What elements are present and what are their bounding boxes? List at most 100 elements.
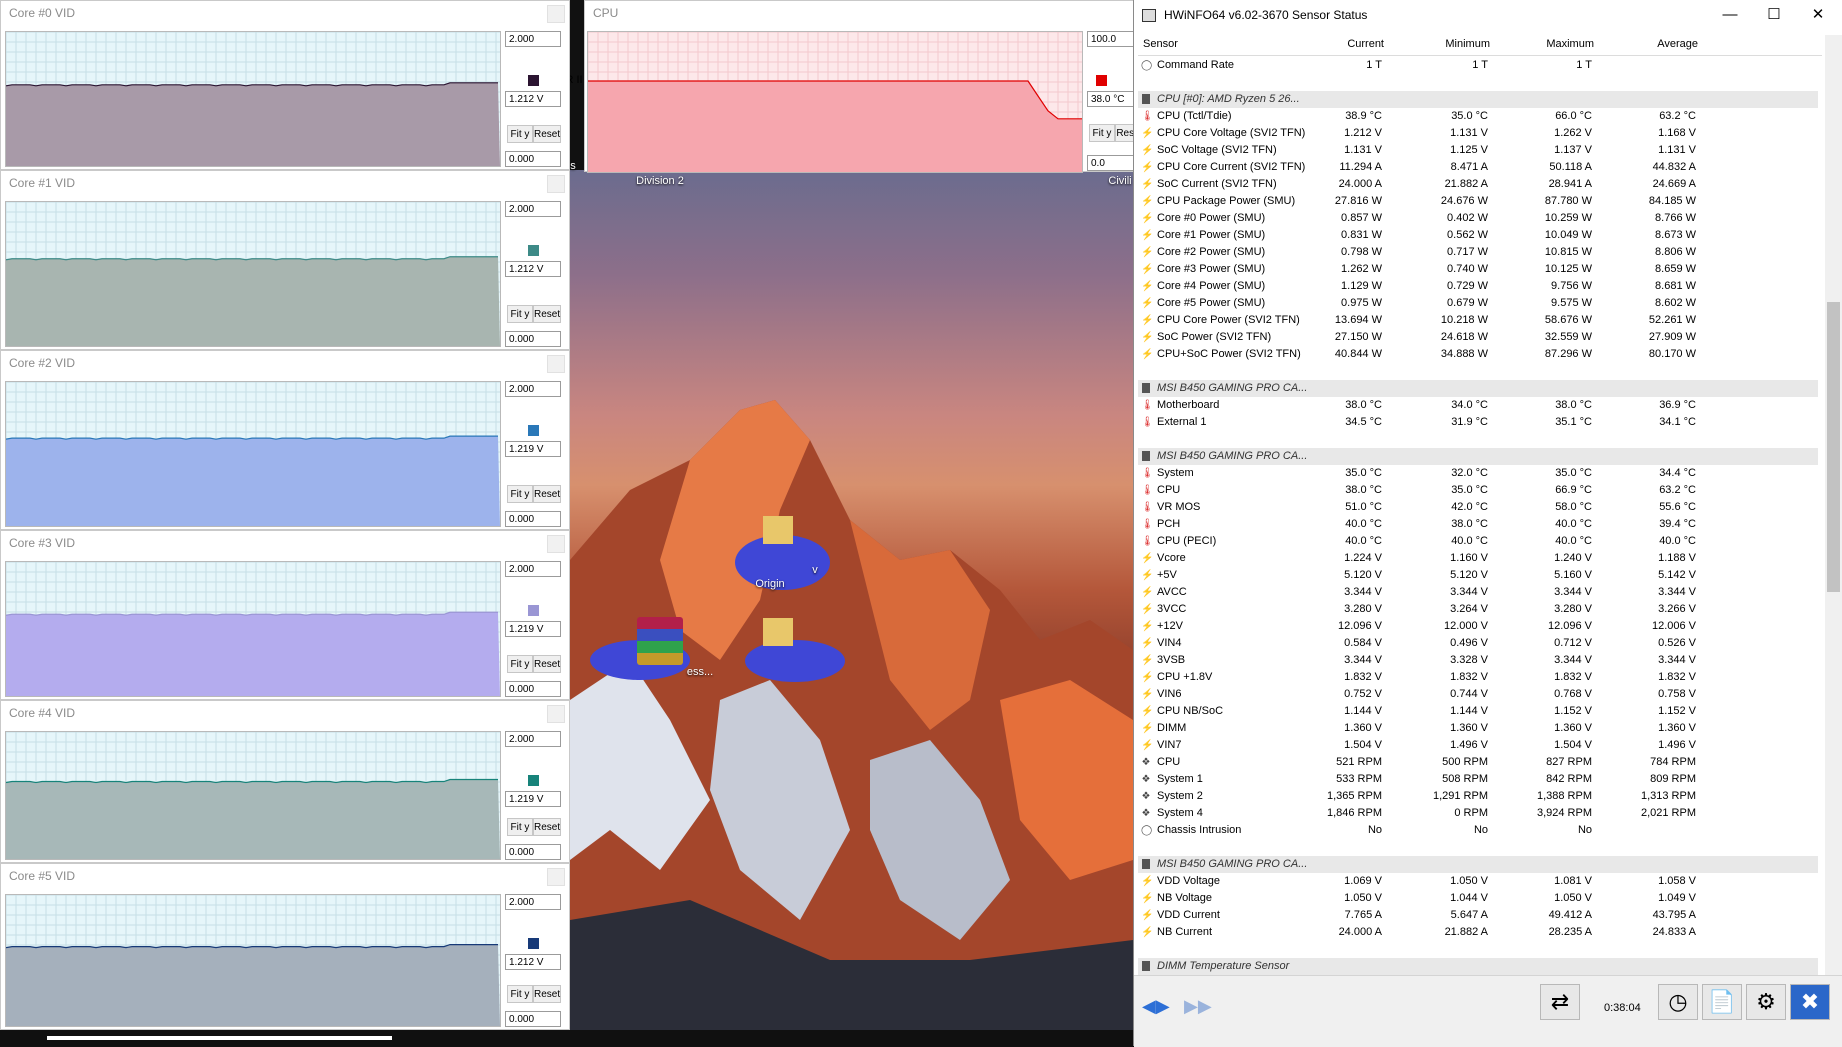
graph-max-value[interactable]: 100.0 (1087, 31, 1139, 47)
sensor-row[interactable]: ⚡ NB Current 24.000 A 21.882 A 28.235 A 24.83… (1138, 924, 1818, 941)
sensor-row[interactable]: 🌡 CPU (PECI) 40.0 °C 40.0 °C 40.0 °C 40.0 °C (1138, 533, 1818, 550)
close-button[interactable]: ✕ (1798, 4, 1838, 26)
sensor-row[interactable]: ⚡ AVCC 3.344 V 3.344 V 3.344 V 3.344 V (1138, 584, 1818, 601)
sensor-row[interactable]: ⚡ NB Voltage 1.050 V 1.044 V 1.050 V 1.049 V (1138, 890, 1818, 907)
graph-min-value[interactable]: 0.000 (505, 151, 561, 167)
vertical-scrollbar[interactable] (1825, 35, 1842, 975)
sensor-row[interactable]: ⚡ SoC Power (SVI2 TFN) 27.150 W 24.618 W 32.… (1138, 329, 1818, 346)
sensor-group-header[interactable]: CPU [#0]: AMD Ryzen 5 26... (1138, 91, 1818, 108)
sensor-row[interactable]: ⚡ +12V 12.096 V 12.000 V 12.096 V 12.006 V (1138, 618, 1818, 635)
graph-max-value[interactable]: 2.000 (505, 894, 561, 910)
sensor-row[interactable]: 🌡 External 1 34.5 °C 31.9 °C 35.1 °C 34.1 °C (1138, 414, 1818, 431)
column-header-current[interactable]: Current (1347, 38, 1384, 50)
column-header-sensor[interactable]: Sensor (1143, 38, 1178, 50)
sensor-row[interactable]: ⚡ VIN6 0.752 V 0.744 V 0.768 V 0.758 V (1138, 686, 1818, 703)
sensor-row[interactable]: ⚡ +5V 5.120 V 5.120 V 5.160 V 5.142 V (1138, 567, 1818, 584)
graph-color-swatch[interactable] (528, 775, 539, 786)
sensor-row[interactable]: 🌡 CPU 38.0 °C 35.0 °C 66.9 °C 63.2 °C (1138, 482, 1818, 499)
fit-y-button[interactable]: Fit y (1089, 124, 1115, 142)
graph-close-button[interactable] (547, 705, 565, 723)
graph-max-value[interactable]: 2.000 (505, 731, 561, 747)
sensor-row[interactable]: ⚡ CPU Core Power (SVI2 TFN) 13.694 W 10.218… (1138, 312, 1818, 329)
sensor-row[interactable]: ⚡ VIN7 1.504 V 1.496 V 1.504 V 1.496 V (1138, 737, 1818, 754)
sensor-row[interactable]: ❖ System 4 1,846 RPM 0 RPM 3,924 RPM 2,021 RP… (1138, 805, 1818, 822)
fit-y-button[interactable]: Fit y (507, 125, 533, 143)
sensor-group-header[interactable]: DIMM Temperature Sensor (1138, 958, 1818, 975)
sensor-row[interactable]: 🌡 CPU (Tctl/Tdie) 38.9 °C 35.0 °C 66.0 °C 63.… (1138, 108, 1818, 125)
settings-gear-icon[interactable]: ⚙ (1746, 984, 1786, 1020)
graph-min-value[interactable]: 0.000 (505, 1011, 561, 1027)
reset-button[interactable]: Reset (533, 655, 561, 673)
title-bar[interactable]: HWiNFO64 v6.02-3670 Sensor Status — ☐ ✕ (1134, 0, 1842, 31)
graph-color-swatch[interactable] (528, 75, 539, 86)
reset-button[interactable]: Reset (533, 305, 561, 323)
fit-y-button[interactable]: Fit y (507, 985, 533, 1003)
sensor-row[interactable]: ⚡ Core #2 Power (SMU) 0.798 W 0.717 W 10.815… (1138, 244, 1818, 261)
sensor-row[interactable]: ⚡ Vcore 1.224 V 1.160 V 1.240 V 1.188 V (1138, 550, 1818, 567)
graph-min-value[interactable]: 0.000 (505, 681, 561, 697)
graph-color-swatch[interactable] (528, 425, 539, 436)
graph-color-swatch[interactable] (1096, 75, 1107, 86)
reset-button[interactable]: Reset (533, 485, 561, 503)
column-header-maximum[interactable]: Maximum (1546, 38, 1594, 50)
sensor-row[interactable]: ⚡ VDD Current 7.765 A 5.647 A 49.412 A 43.795… (1138, 907, 1818, 924)
graph-close-button[interactable] (547, 175, 565, 193)
fit-y-button[interactable]: Fit y (507, 305, 533, 323)
desktop-icon-label[interactable]: Division 2 (620, 175, 700, 187)
sensor-row[interactable]: ⚡ Core #5 Power (SMU) 0.975 W 0.679 W 9.575 … (1138, 295, 1818, 312)
sensor-row[interactable]: ⚡ SoC Voltage (SVI2 TFN) 1.131 V 1.125 V 1.1… (1138, 142, 1818, 159)
core-vid-graph-window[interactable]: Core #1 VID 2.000 1.212 V Fit y Reset 0.000 (0, 170, 570, 350)
graph-min-value[interactable]: 0.0 (1087, 155, 1139, 171)
winrar-icon[interactable] (637, 617, 683, 665)
sensor-table-body[interactable]: ◯ Command Rate 1 T 1 T 1 T CPU [#0]: AMD Ryze… (1138, 57, 1818, 975)
close-sensors-button[interactable]: ✖ (1790, 984, 1830, 1020)
graph-min-value[interactable]: 0.000 (505, 331, 561, 347)
graph-close-button[interactable] (547, 535, 565, 553)
core-vid-graph-window[interactable]: Core #4 VID 2.000 1.219 V Fit y Reset 0.000 (0, 700, 570, 863)
nav-arrows-disabled-icon[interactable]: ▶▶ (1184, 996, 1212, 1017)
graph-color-swatch[interactable] (528, 605, 539, 616)
sensor-row[interactable]: ❖ System 2 1,365 RPM 1,291 RPM 1,388 RPM 1,31… (1138, 788, 1818, 805)
scrollbar-thumb[interactable] (1827, 302, 1840, 592)
graph-min-value[interactable]: 0.000 (505, 511, 561, 527)
sensor-row[interactable]: ⚡ CPU Core Voltage (SVI2 TFN) 1.212 V 1.131… (1138, 125, 1818, 142)
sensor-group-header[interactable]: MSI B450 GAMING PRO CA... (1138, 856, 1818, 873)
sensor-row[interactable]: ❖ CPU 521 RPM 500 RPM 827 RPM 784 RPM (1138, 754, 1818, 771)
sensor-row[interactable]: ⚡ SoC Current (SVI2 TFN) 24.000 A 21.882 A 2… (1138, 176, 1818, 193)
fit-y-button[interactable]: Fit y (507, 655, 533, 673)
sensor-row[interactable]: ⚡ VIN4 0.584 V 0.496 V 0.712 V 0.526 V (1138, 635, 1818, 652)
sensor-table-header[interactable]: Sensor Current Minimum Maximum Average (1138, 35, 1822, 56)
sensor-row[interactable]: 🌡 VR MOS 51.0 °C 42.0 °C 58.0 °C 55.6 °C (1138, 499, 1818, 516)
sensor-row[interactable]: ❖ System 1 533 RPM 508 RPM 842 RPM 809 RPM (1138, 771, 1818, 788)
sensor-row[interactable]: ⚡ VDD Voltage 1.069 V 1.050 V 1.081 V 1.058 V (1138, 873, 1818, 890)
graph-close-button[interactable] (547, 355, 565, 373)
sensor-row[interactable]: ⚡ Core #0 Power (SMU) 0.857 W 0.402 W 10.259… (1138, 210, 1818, 227)
sensor-group-header[interactable]: MSI B450 GAMING PRO CA... (1138, 448, 1818, 465)
folder-icon[interactable] (763, 618, 793, 646)
column-header-minimum[interactable]: Minimum (1445, 38, 1490, 50)
network-reset-button[interactable]: ⇄ (1540, 984, 1580, 1020)
sensor-row[interactable]: ◯ Chassis Intrusion No No No (1138, 822, 1818, 839)
clock-icon[interactable]: ◷ (1658, 984, 1698, 1020)
sensor-row[interactable]: ⚡ 3VSB 3.344 V 3.328 V 3.344 V 3.344 V (1138, 652, 1818, 669)
sensor-row[interactable]: ⚡ DIMM 1.360 V 1.360 V 1.360 V 1.360 V (1138, 720, 1818, 737)
graph-min-value[interactable]: 0.000 (505, 844, 561, 860)
log-file-icon[interactable]: 📄 (1702, 984, 1742, 1020)
sensor-row[interactable]: ⚡ CPU +1.8V 1.832 V 1.832 V 1.832 V 1.832 V (1138, 669, 1818, 686)
desktop-icon-label[interactable]: Origin (740, 578, 800, 590)
reset-button[interactable]: Reset (533, 985, 561, 1003)
sensor-row[interactable]: ◯ Command Rate 1 T 1 T 1 T (1138, 57, 1818, 74)
sensor-row[interactable]: ⚡ CPU Core Current (SVI2 TFN) 11.294 A 8.47… (1138, 159, 1818, 176)
reset-button[interactable]: Reset (533, 125, 561, 143)
sensor-row[interactable]: ⚡ Core #3 Power (SMU) 1.262 W 0.740 W 10.125… (1138, 261, 1818, 278)
sensor-row[interactable]: 🌡 Motherboard 38.0 °C 34.0 °C 38.0 °C 36.9 °C (1138, 397, 1818, 414)
graph-color-swatch[interactable] (528, 938, 539, 949)
sensor-row[interactable]: ⚡ Core #4 Power (SMU) 1.129 W 0.729 W 9.756 … (1138, 278, 1818, 295)
graph-color-swatch[interactable] (528, 245, 539, 256)
sensor-group-header[interactable]: MSI B450 GAMING PRO CA... (1138, 380, 1818, 397)
sensor-row[interactable]: ⚡ Core #1 Power (SMU) 0.831 W 0.562 W 10.049… (1138, 227, 1818, 244)
sensor-row[interactable]: ⚡ CPU Package Power (SMU) 27.816 W 24.676 W… (1138, 193, 1818, 210)
desktop-icon-label[interactable]: v (800, 564, 830, 576)
sensor-row[interactable]: ⚡ CPU NB/SoC 1.144 V 1.144 V 1.152 V 1.152 V (1138, 703, 1818, 720)
core-vid-graph-window[interactable]: Core #2 VID 2.000 1.219 V Fit y Reset 0.000 (0, 350, 570, 530)
